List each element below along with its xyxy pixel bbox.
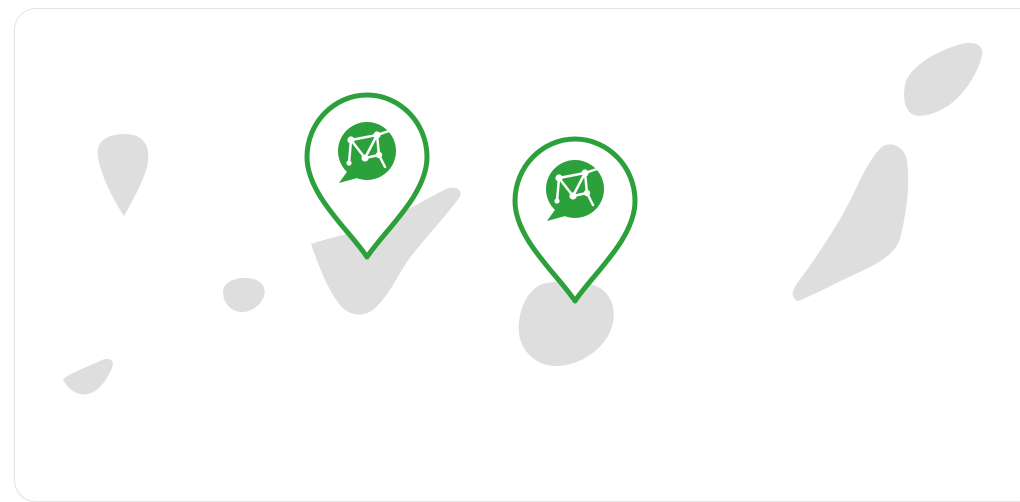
map-panel[interactable] — [14, 8, 1020, 502]
map-canvas[interactable] — [15, 9, 1020, 501]
island-western-teardrop — [97, 134, 149, 216]
map-marker[interactable] — [512, 136, 638, 304]
island-gran-canaria — [518, 280, 614, 367]
island-lanzarote — [904, 42, 983, 116]
island-southwest — [63, 358, 113, 395]
island-fuerteventura — [792, 144, 909, 301]
island-small-oval — [223, 277, 265, 313]
